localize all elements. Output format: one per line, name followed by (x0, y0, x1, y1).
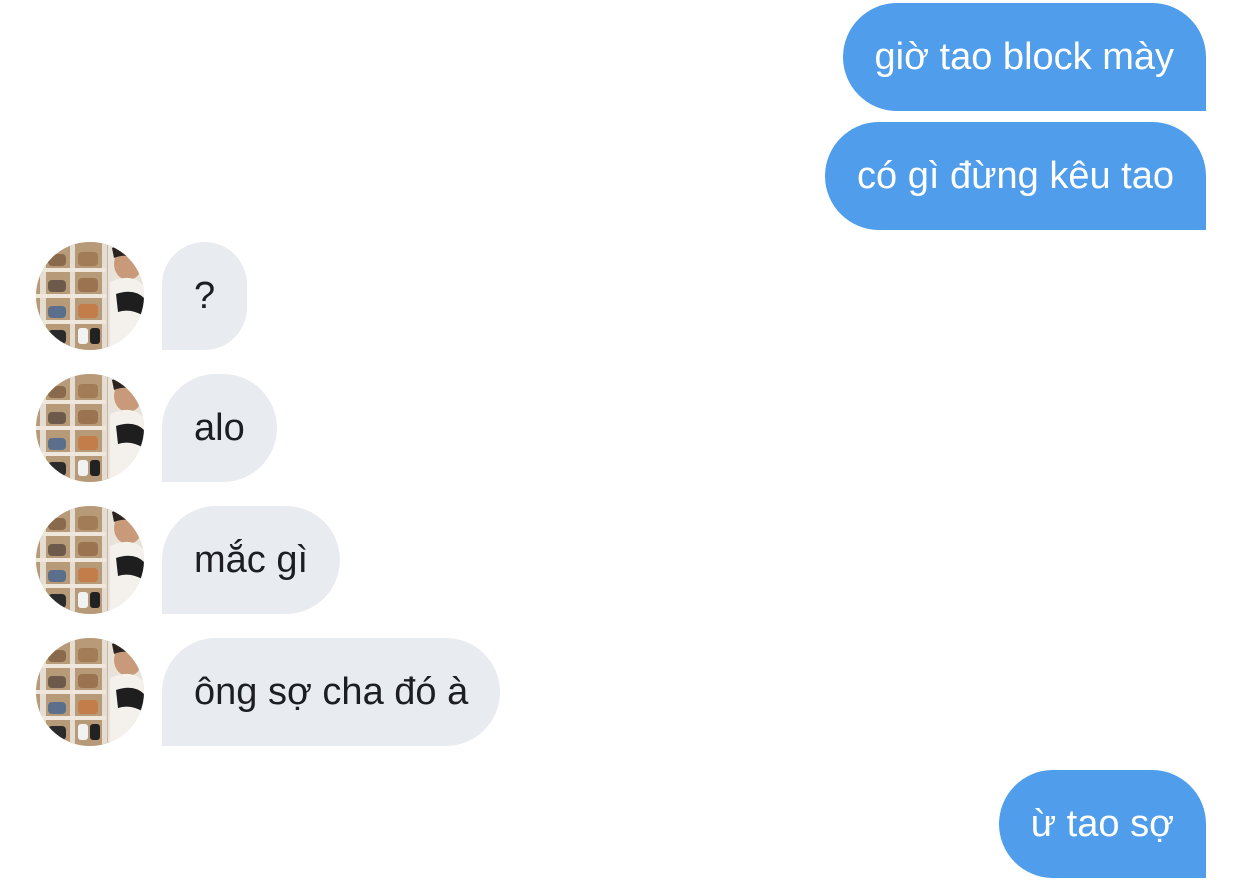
message-bubble-incoming[interactable]: ông sợ cha đó à (162, 638, 501, 746)
message-text: có gì đừng kêu tao (857, 155, 1174, 197)
message-bubble-outgoing[interactable]: giờ tao block mày (842, 3, 1206, 111)
contact-avatar-photo-icon (36, 638, 144, 746)
message-thread: giờ tao block mày có gì đừng kêu tao ? a… (0, 0, 1242, 881)
message-text: ừ tao sợ (1030, 803, 1174, 845)
message-text: giờ tao block mày (874, 36, 1175, 78)
contact-avatar[interactable] (36, 638, 144, 746)
message-bubble-incoming[interactable]: mắc gì (162, 506, 341, 614)
message-text: alo (194, 407, 245, 449)
contact-avatar-photo-icon (36, 506, 144, 614)
contact-avatar[interactable] (36, 506, 144, 614)
message-bubble-incoming[interactable]: alo (162, 374, 277, 482)
message-text: ? (194, 275, 216, 317)
message-text: mắc gì (194, 539, 309, 581)
contact-avatar-photo-icon (36, 374, 144, 482)
message-text: ông sợ cha đó à (194, 671, 469, 713)
contact-avatar[interactable] (36, 374, 144, 482)
message-bubble-outgoing[interactable]: ừ tao sợ (998, 770, 1206, 878)
contact-avatar-photo-icon (36, 242, 144, 350)
message-bubble-outgoing[interactable]: có gì đừng kêu tao (825, 122, 1206, 230)
message-bubble-incoming[interactable]: ? (162, 242, 248, 350)
contact-avatar[interactable] (36, 242, 144, 350)
